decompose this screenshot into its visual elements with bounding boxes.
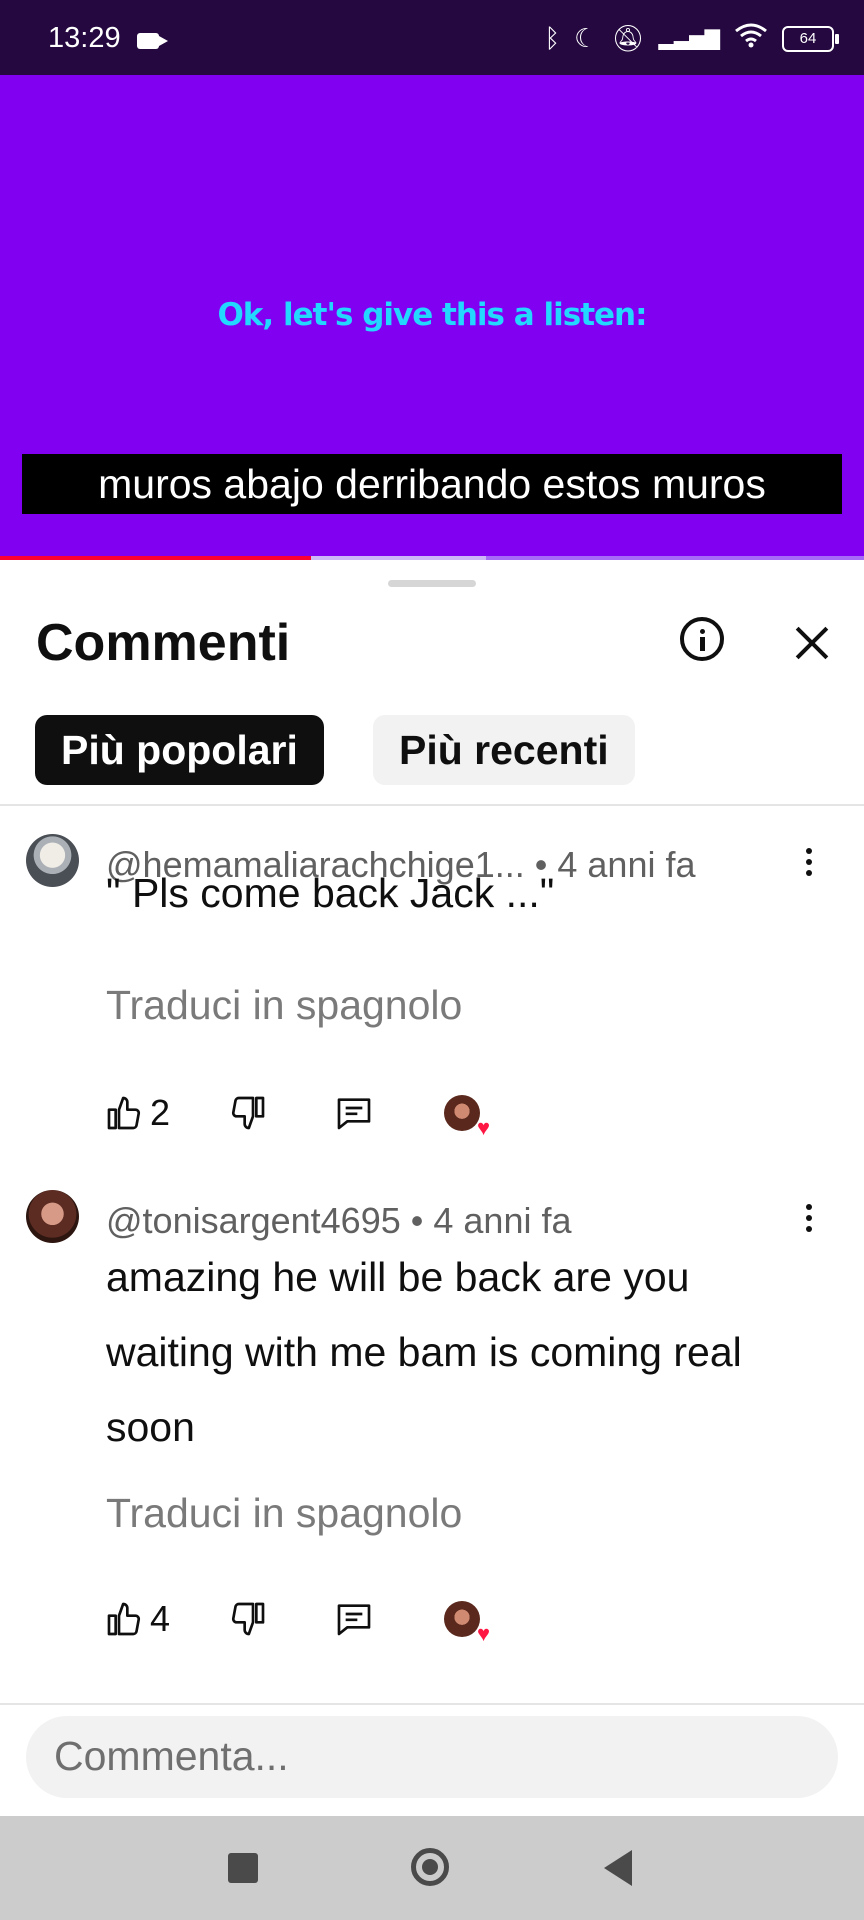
wifi-icon [734, 22, 768, 55]
video-overlay-text: Ok, let's give this a listen: [217, 297, 647, 333]
comment-time: 4 anni fa [433, 1200, 572, 1241]
divider [0, 804, 864, 806]
separator-dot: • [410, 1200, 434, 1241]
translate-link[interactable]: Traduci in spagnolo [106, 982, 462, 1029]
like-icon[interactable] [104, 1599, 144, 1639]
comment-text: " Pls come back Jack ..." [106, 870, 555, 916]
mute-icon: 🔕︎ [611, 23, 645, 53]
comment-meta: @tonisargent4695 • 4 anni fa [106, 1200, 572, 1242]
avatar[interactable] [26, 834, 79, 887]
translate-link[interactable]: Traduci in spagnolo [106, 1490, 462, 1537]
close-icon[interactable] [789, 620, 835, 666]
more-options-icon[interactable] [806, 1204, 814, 1237]
drag-handle[interactable] [388, 580, 476, 587]
avatar[interactable] [26, 1190, 79, 1243]
like-icon[interactable] [104, 1093, 144, 1133]
moon-icon: ☾ [574, 23, 598, 53]
back-icon[interactable] [604, 1850, 632, 1886]
comment-text: amazing he will be back are you waiting … [106, 1254, 742, 1450]
comments-title: Commenti [36, 614, 291, 672]
recents-icon[interactable] [228, 1853, 258, 1883]
like-count: 2 [150, 1092, 171, 1133]
more-options-icon[interactable] [806, 848, 814, 881]
status-bar: 13:29 ᛒ ☾ 🔕︎ ▂▃▅▇ 64 [0, 0, 864, 75]
creator-heart-avatar: ♥ [444, 1601, 490, 1645]
reply-icon[interactable] [334, 1599, 374, 1639]
tab-most-popular[interactable]: Più popolari [35, 715, 324, 785]
heart-icon: ♥ [476, 1115, 490, 1140]
status-icons: ᛒ ☾ 🔕︎ ▂▃▅▇ 64 [544, 22, 839, 55]
like-count: 4 [150, 1598, 171, 1639]
video-player[interactable]: Ok, let's give this a listen: muros abaj… [0, 75, 864, 560]
signal-icon: ▂▃▅▇ [658, 28, 720, 50]
comment-input[interactable]: Commenta... [26, 1716, 838, 1798]
heart-icon: ♥ [476, 1621, 490, 1646]
dislike-icon[interactable] [228, 1093, 268, 1133]
comment-actions: 4 ♥ [104, 1594, 490, 1645]
comment-actions: 2 ♥ [104, 1088, 490, 1139]
home-icon[interactable] [411, 1848, 449, 1886]
status-time: 13:29 [48, 22, 121, 54]
reply-icon[interactable] [334, 1093, 374, 1133]
bluetooth-icon: ᛒ [544, 23, 561, 53]
video-subtitle: muros abajo derribando estos muros [22, 454, 842, 514]
comment-input-placeholder: Commenta... [54, 1733, 289, 1779]
divider [0, 1703, 864, 1705]
battery-icon: 64 [782, 25, 839, 52]
dislike-icon[interactable] [228, 1599, 268, 1639]
tab-most-recent[interactable]: Più recenti [373, 715, 635, 785]
system-nav-bar [0, 1816, 864, 1920]
info-icon[interactable] [680, 617, 724, 661]
comment-author[interactable]: @tonisargent4695 [106, 1200, 401, 1241]
camera-icon [137, 33, 168, 49]
creator-heart-avatar: ♥ [444, 1095, 490, 1139]
comments-sheet: Commenti Più popolari Più recenti @hemam… [0, 560, 864, 1816]
